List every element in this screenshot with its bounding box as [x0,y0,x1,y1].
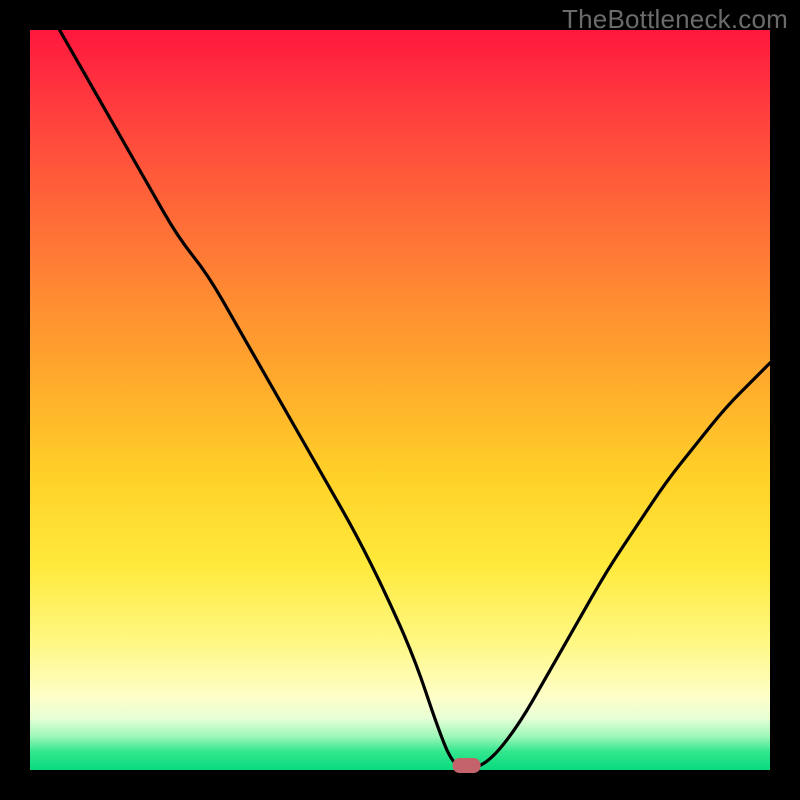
plot-area [30,30,770,770]
chart-svg [30,30,770,770]
chart-frame: TheBottleneck.com [0,0,800,800]
watermark-text: TheBottleneck.com [562,4,788,35]
optimal-marker [453,758,481,773]
bottleneck-curve [60,30,770,768]
